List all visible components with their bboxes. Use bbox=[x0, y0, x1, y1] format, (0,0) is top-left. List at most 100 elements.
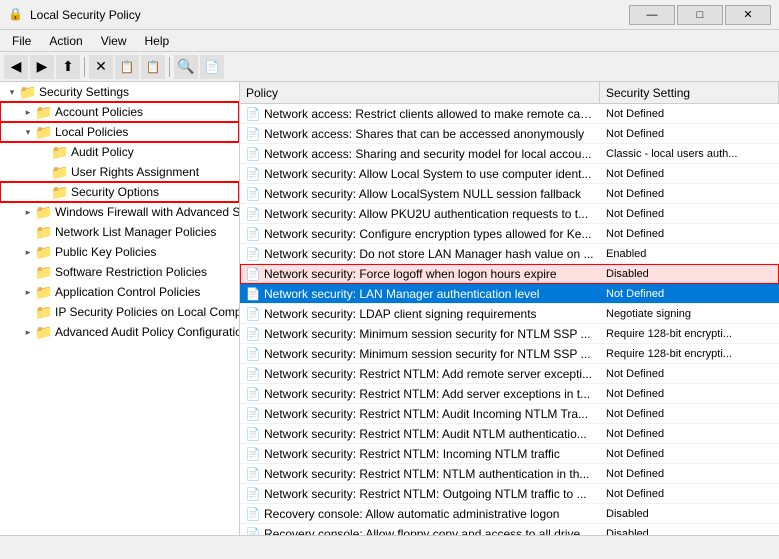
list-row[interactable]: 📄Network security: Force logoff when log… bbox=[240, 264, 779, 284]
row-policy-icon: 📄 bbox=[246, 247, 260, 261]
toolbar-separator-2 bbox=[169, 57, 170, 77]
list-row[interactable]: 📄Network access: Shares that can be acce… bbox=[240, 124, 779, 144]
tree-item-application-control[interactable]: ▸📁Application Control Policies bbox=[0, 282, 239, 302]
policy-cell: 📄Network security: Restrict NTLM: Audit … bbox=[240, 426, 600, 442]
list-row[interactable]: 📄Network security: Configure encryption … bbox=[240, 224, 779, 244]
list-row[interactable]: 📄Network security: Minimum session secur… bbox=[240, 344, 779, 364]
toolbar-separator-1 bbox=[84, 57, 85, 77]
list-row[interactable]: 📄Network security: Do not store LAN Mana… bbox=[240, 244, 779, 264]
list-row[interactable]: 📄Network security: Restrict NTLM: Audit … bbox=[240, 404, 779, 424]
policy-text: Network security: LDAP client signing re… bbox=[264, 307, 537, 321]
list-row[interactable]: 📄Network security: LAN Manager authentic… bbox=[240, 284, 779, 304]
policy-text: Recovery console: Allow floppy copy and … bbox=[264, 527, 594, 536]
setting-cell: Not Defined bbox=[600, 447, 779, 461]
list-row[interactable]: 📄Network access: Restrict clients allowe… bbox=[240, 104, 779, 124]
folder-icon-software-restriction: 📁 bbox=[36, 264, 52, 280]
policy-cell: 📄Network security: Allow Local System to… bbox=[240, 166, 600, 182]
policy-cell: 📄Network security: Restrict NTLM: Incomi… bbox=[240, 446, 600, 462]
column-header-setting[interactable]: Security Setting bbox=[600, 82, 779, 103]
list-body[interactable]: 📄Network access: Restrict clients allowe… bbox=[240, 104, 779, 535]
menu-action[interactable]: Action bbox=[41, 32, 90, 50]
menu-file[interactable]: File bbox=[4, 32, 39, 50]
left-panel: ▾📁Security Settings▸📁Account Policies▾📁L… bbox=[0, 82, 240, 535]
list-row[interactable]: 📄Network security: Restrict NTLM: Incomi… bbox=[240, 444, 779, 464]
setting-cell: Disabled bbox=[600, 527, 779, 536]
expand-icon-audit-policy[interactable] bbox=[36, 144, 52, 160]
list-row[interactable]: 📄Network security: Restrict NTLM: Audit … bbox=[240, 424, 779, 444]
main-container: ▾📁Security Settings▸📁Account Policies▾📁L… bbox=[0, 82, 779, 535]
policy-text: Network security: Restrict NTLM: Outgoin… bbox=[264, 487, 587, 501]
menu-view[interactable]: View bbox=[93, 32, 135, 50]
expand-icon-advanced-audit[interactable]: ▸ bbox=[20, 324, 36, 340]
tree-label-application-control: Application Control Policies bbox=[55, 285, 200, 299]
minimize-button[interactable]: — bbox=[629, 5, 675, 25]
tree-item-security-options[interactable]: 📁Security Options bbox=[0, 182, 239, 202]
expand-icon-security-options[interactable] bbox=[36, 184, 52, 200]
policy-cell: 📄Network security: Minimum session secur… bbox=[240, 326, 600, 342]
expand-icon-ip-security[interactable] bbox=[20, 304, 36, 320]
expand-icon-public-key[interactable]: ▸ bbox=[20, 244, 36, 260]
tree-item-software-restriction[interactable]: 📁Software Restriction Policies bbox=[0, 262, 239, 282]
properties-button[interactable]: 📋 bbox=[115, 55, 139, 79]
tree-item-network-list[interactable]: 📁Network List Manager Policies bbox=[0, 222, 239, 242]
tree-item-account-policies[interactable]: ▸📁Account Policies bbox=[0, 102, 239, 122]
list-row[interactable]: 📄Network security: Restrict NTLM: Add re… bbox=[240, 364, 779, 384]
expand-icon-software-restriction[interactable] bbox=[20, 264, 36, 280]
list-row[interactable]: 📄Network security: Minimum session secur… bbox=[240, 324, 779, 344]
window-title: Local Security Policy bbox=[30, 8, 141, 22]
policy-cell: 📄Network security: Restrict NTLM: Add se… bbox=[240, 386, 600, 402]
setting-cell: Not Defined bbox=[600, 287, 779, 301]
tree-item-audit-policy[interactable]: 📁Audit Policy bbox=[0, 142, 239, 162]
row-policy-icon: 📄 bbox=[246, 347, 260, 361]
list-row[interactable]: 📄Network security: Allow Local System to… bbox=[240, 164, 779, 184]
title-bar: 🔒 Local Security Policy — □ ✕ bbox=[0, 0, 779, 30]
policy-text: Network security: Allow PKU2U authentica… bbox=[264, 207, 588, 221]
list-row[interactable]: 📄Recovery console: Allow floppy copy and… bbox=[240, 524, 779, 535]
tree-item-security-settings[interactable]: ▾📁Security Settings bbox=[0, 82, 239, 102]
folder-icon-public-key: 📁 bbox=[36, 244, 52, 260]
expand-icon-windows-firewall[interactable]: ▸ bbox=[20, 204, 36, 220]
tree-item-advanced-audit[interactable]: ▸📁Advanced Audit Policy Configuration bbox=[0, 322, 239, 342]
menu-help[interactable]: Help bbox=[137, 32, 178, 50]
policy-text: Network security: Restrict NTLM: NTLM au… bbox=[264, 467, 589, 481]
setting-cell: Not Defined bbox=[600, 167, 779, 181]
back-button[interactable]: ◀ bbox=[4, 55, 28, 79]
search-button[interactable]: 🔍 bbox=[174, 55, 198, 79]
list-row[interactable]: 📄Network security: Allow LocalSystem NUL… bbox=[240, 184, 779, 204]
close-button[interactable]: ✕ bbox=[725, 5, 771, 25]
expand-icon-account-policies[interactable]: ▸ bbox=[20, 104, 36, 120]
expand-icon-security-settings[interactable]: ▾ bbox=[4, 84, 20, 100]
expand-icon-network-list[interactable] bbox=[20, 224, 36, 240]
copy-button[interactable]: 📋 bbox=[141, 55, 165, 79]
expand-icon-user-rights[interactable] bbox=[36, 164, 52, 180]
list-row[interactable]: 📄Network security: Allow PKU2U authentic… bbox=[240, 204, 779, 224]
policy-cell: 📄Network security: Configure encryption … bbox=[240, 226, 600, 242]
delete-button[interactable]: ✕ bbox=[89, 55, 113, 79]
folder-icon-audit-policy: 📁 bbox=[52, 144, 68, 160]
up-button[interactable]: ⬆ bbox=[56, 55, 80, 79]
tree-item-local-policies[interactable]: ▾📁Local Policies bbox=[0, 122, 239, 142]
row-policy-icon: 📄 bbox=[246, 127, 260, 141]
new-button[interactable]: 📄 bbox=[200, 55, 224, 79]
policy-text: Network security: Restrict NTLM: Audit I… bbox=[264, 407, 588, 421]
list-row[interactable]: 📄Network security: LDAP client signing r… bbox=[240, 304, 779, 324]
maximize-button[interactable]: □ bbox=[677, 5, 723, 25]
expand-icon-application-control[interactable]: ▸ bbox=[20, 284, 36, 300]
policy-cell: 📄Recovery console: Allow floppy copy and… bbox=[240, 526, 600, 536]
list-row[interactable]: 📄Recovery console: Allow automatic admin… bbox=[240, 504, 779, 524]
expand-icon-local-policies[interactable]: ▾ bbox=[20, 124, 36, 140]
folder-icon-network-list: 📁 bbox=[36, 224, 52, 240]
row-policy-icon: 📄 bbox=[246, 467, 260, 481]
forward-button[interactable]: ▶ bbox=[30, 55, 54, 79]
column-header-policy[interactable]: Policy bbox=[240, 82, 600, 103]
right-panel: Policy Security Setting 📄Network access:… bbox=[240, 82, 779, 535]
tree-item-public-key[interactable]: ▸📁Public Key Policies bbox=[0, 242, 239, 262]
tree-item-ip-security[interactable]: 📁IP Security Policies on Local Compute..… bbox=[0, 302, 239, 322]
setting-cell: Classic - local users auth... bbox=[600, 147, 779, 161]
tree-item-windows-firewall[interactable]: ▸📁Windows Firewall with Advanced Secu... bbox=[0, 202, 239, 222]
tree-item-user-rights[interactable]: 📁User Rights Assignment bbox=[0, 162, 239, 182]
list-row[interactable]: 📄Network security: Restrict NTLM: Outgoi… bbox=[240, 484, 779, 504]
list-row[interactable]: 📄Network security: Restrict NTLM: Add se… bbox=[240, 384, 779, 404]
list-row[interactable]: 📄Network access: Sharing and security mo… bbox=[240, 144, 779, 164]
list-row[interactable]: 📄 Network security: Restrict NTLM: NTLM a… bbox=[240, 464, 779, 484]
